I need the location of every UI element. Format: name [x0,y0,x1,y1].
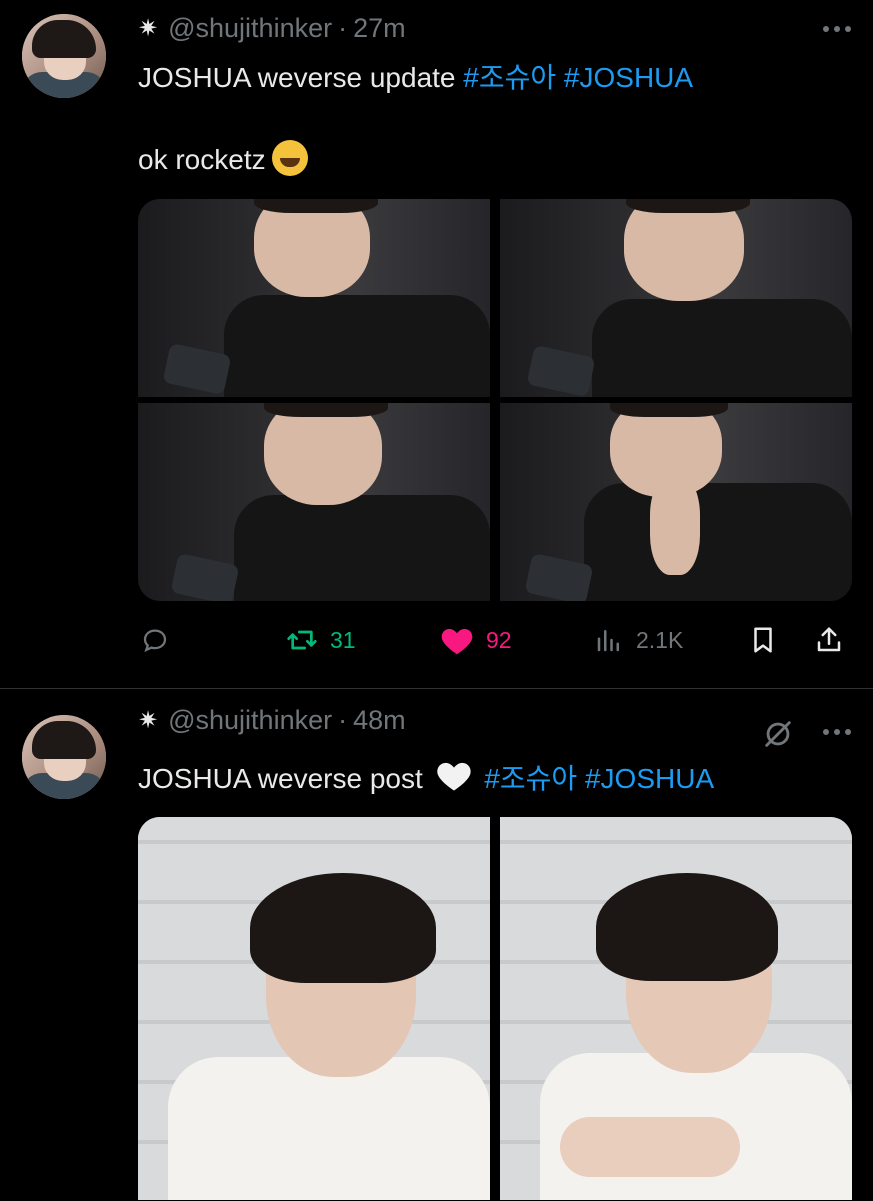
more-options-icon[interactable] [823,26,851,32]
retweet-button[interactable]: 31 [286,620,356,660]
like-count: 92 [486,626,512,653]
photo-grid [138,199,852,601]
more-options-icon[interactable] [823,729,851,735]
white-heart-icon [436,762,471,791]
tweet-actions: 31 92 2.1K [138,620,852,660]
retweet-icon [287,630,317,650]
sparkle-icon: ✷ [138,706,159,734]
tweet-photo[interactable] [500,403,852,601]
reply-button[interactable] [140,620,170,660]
laughing-emoji-icon [271,140,308,176]
tweet-photo[interactable] [500,199,852,397]
timestamp[interactable]: 27m [353,13,406,44]
tweet-photo[interactable] [138,817,490,1200]
reply-icon [143,629,167,653]
grok-icon[interactable] [761,717,795,751]
separator-dot: · [338,704,348,735]
photo-grid [138,817,852,1200]
hashtag-link[interactable]: #조슈아 [484,763,577,794]
hashtag-link[interactable]: #JOSHUA [564,62,693,93]
bookmark-button[interactable] [748,620,778,660]
tweet-text: JOSHUA weverse post #조슈아 #JOSHUA [138,757,714,797]
tweet-header: ✷ @shujithinker · 48m [138,703,406,737]
like-button[interactable]: 92 [440,620,512,660]
views-icon [597,630,619,652]
retweet-count: 31 [330,626,356,653]
tweet-text-main: JOSHUA weverse post [138,763,423,794]
tweet[interactable]: ✷ @shujithinker · 27m JOSHUA weverse upd… [0,0,873,688]
share-button[interactable] [814,620,844,660]
share-icon [817,627,841,652]
sparkle-icon: ✷ [138,14,159,42]
hashtag-link[interactable]: #조슈아 [463,62,556,93]
tweet-text-second-line: ok rocketz [138,140,308,176]
bookmark-icon [754,627,772,653]
user-handle[interactable]: @shujithinker [168,13,332,44]
heart-icon [441,628,473,655]
timestamp[interactable]: 48m [353,705,406,736]
tweet-text-secondary: ok rocketz [138,144,266,175]
user-handle[interactable]: @shujithinker [168,705,332,736]
tweet-photo[interactable] [138,403,490,601]
views-button[interactable]: 2.1K [594,620,683,660]
separator-dot: · [338,12,348,43]
tweet-photo[interactable] [138,199,490,397]
tweet-header: ✷ @shujithinker · 27m [138,11,406,45]
tweet-text-main: JOSHUA weverse update [138,62,456,93]
views-count: 2.1K [636,626,684,653]
avatar[interactable] [22,14,106,98]
avatar[interactable] [22,715,106,799]
hashtag-link[interactable]: #JOSHUA [585,763,714,794]
tweet-photo[interactable] [500,817,852,1200]
tweet-text: JOSHUA weverse update #조슈아 #JOSHUA [138,56,693,96]
